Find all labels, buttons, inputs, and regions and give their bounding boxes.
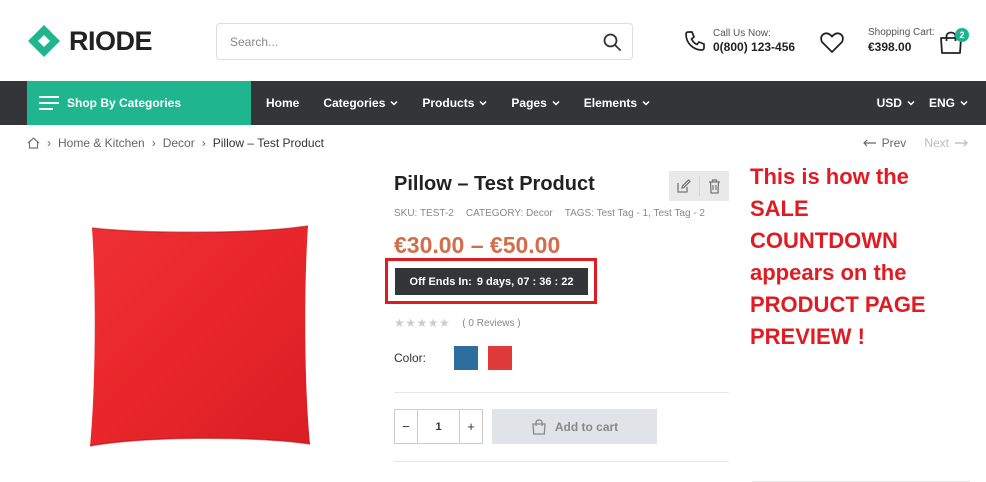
star-rating-icon: ★★★★★ <box>394 316 451 330</box>
product-title: Pillow – Test Product <box>394 173 595 195</box>
breadcrumb-item[interactable]: Home & Kitchen <box>58 136 145 150</box>
edit-button[interactable] <box>669 171 699 201</box>
nav-item-label: Categories <box>323 96 386 110</box>
add-to-cart-label: Add to cart <box>554 419 619 434</box>
nav-item-label: Pages <box>511 96 547 110</box>
currency-label: USD <box>876 96 902 110</box>
breadcrumb-item[interactable]: Decor <box>163 136 195 150</box>
next-label: Next <box>924 136 949 150</box>
search-input[interactable] <box>217 24 592 59</box>
main-navbar: Shop By Categories Home Categories Produ… <box>0 81 986 125</box>
color-swatch-blue[interactable] <box>454 346 478 370</box>
product-category[interactable]: CATEGORY: Decor <box>466 208 553 219</box>
prev-label: Prev <box>881 136 907 150</box>
breadcrumb-separator: › <box>47 136 51 150</box>
nav-item-elements[interactable]: Elements <box>584 96 650 110</box>
color-selector: Color: <box>394 346 522 370</box>
logo[interactable]: RIODE <box>27 24 153 58</box>
next-product-link[interactable]: Next <box>924 136 968 150</box>
countdown-value: 9 days, 07 : 36 : 22 <box>476 275 574 288</box>
logo-diamond-icon <box>27 24 61 58</box>
product-image[interactable] <box>86 224 314 448</box>
prev-product-link[interactable]: Prev <box>862 136 907 150</box>
search-icon <box>603 33 621 51</box>
call-label: Call Us Now: <box>713 28 771 39</box>
reviews-link[interactable]: ( 0 Reviews ) <box>462 318 520 329</box>
divider <box>394 392 729 393</box>
product-meta: SKU: TEST-2 CATEGORY: Decor TAGS: Test T… <box>394 208 705 219</box>
chevron-down-icon <box>479 100 487 106</box>
nav-item-label: Products <box>422 96 475 110</box>
shopping-bag-icon <box>532 418 546 435</box>
heart-icon <box>820 32 844 53</box>
product-price: €30.00 – €50.00 <box>394 232 561 258</box>
countdown-label: Off Ends In: <box>409 275 472 288</box>
nav-right: USD ENG <box>877 81 968 125</box>
nav-item-home[interactable]: Home <box>266 96 299 110</box>
color-swatch-red[interactable] <box>488 346 512 370</box>
arrow-left-icon <box>862 139 876 147</box>
breadcrumb-current: Pillow – Test Product <box>212 136 324 150</box>
quantity-increase-button[interactable]: + <box>460 410 482 443</box>
product-tags[interactable]: TAGS: Test Tag - 1, Test Tag - 2 <box>565 208 705 219</box>
divider <box>394 461 729 462</box>
breadcrumb: › Home & Kitchen › Decor › Pillow – Test… <box>27 136 324 150</box>
chevron-down-icon <box>390 100 398 106</box>
add-to-cart-button[interactable]: Add to cart <box>492 409 657 444</box>
hamburger-icon <box>39 96 59 110</box>
cart-summary[interactable]: Shopping Cart: €398.00 <box>868 27 935 55</box>
nav-item-pages[interactable]: Pages <box>511 96 560 110</box>
language-label: ENG <box>928 96 955 110</box>
cart-total: €398.00 <box>868 39 912 54</box>
annotation-note: This is how the SALE COUNTDOWN appears o… <box>750 164 926 349</box>
logo-text: RIODE <box>69 25 153 56</box>
trash-icon <box>708 178 720 194</box>
quantity-input[interactable]: 1 <box>417 410 460 443</box>
cart-count-badge: 2 <box>955 28 969 42</box>
chevron-down-icon <box>552 100 560 106</box>
edit-icon <box>677 178 692 193</box>
chevron-down-icon <box>642 100 650 106</box>
color-label: Color: <box>394 351 427 365</box>
call-number: 0(800) 123-456 <box>713 40 796 54</box>
nav-item-products[interactable]: Products <box>422 96 487 110</box>
language-switcher[interactable]: ENG <box>929 96 968 110</box>
sale-countdown: Off Ends In: 9 days, 07 : 36 : 22 <box>395 268 588 295</box>
home-icon[interactable] <box>27 137 40 149</box>
search-bar <box>216 23 633 60</box>
delete-button[interactable] <box>700 171 730 201</box>
quantity-stepper: − 1 + <box>394 409 483 444</box>
nav-item-label: Elements <box>583 96 638 110</box>
shop-by-categories-button[interactable]: Shop By Categories <box>27 81 251 125</box>
product-rating: ★★★★★ ( 0 Reviews ) <box>394 316 521 330</box>
cart-label: Shopping Cart: <box>868 27 935 38</box>
phone-icon <box>685 31 705 52</box>
product-pagination: Prev Next <box>862 136 968 150</box>
admin-tools <box>669 171 729 201</box>
product-sku: SKU: TEST-2 <box>394 208 454 219</box>
currency-switcher[interactable]: USD <box>877 96 915 110</box>
nav-item-categories[interactable]: Categories <box>323 96 398 110</box>
shop-by-categories-label: Shop By Categories <box>67 96 182 110</box>
arrow-right-icon <box>955 139 968 147</box>
chevron-down-icon <box>960 100 968 106</box>
wishlist-button[interactable] <box>819 30 845 56</box>
quantity-decrease-button[interactable]: − <box>395 410 417 443</box>
site-header: RIODE Call Us Now: 0(800) 123-456 Shoppi… <box>0 0 986 81</box>
breadcrumb-separator: › <box>201 136 206 150</box>
chevron-down-icon <box>907 100 915 106</box>
nav-menu: Home Categories Products Pages Elements <box>266 81 674 125</box>
breadcrumb-separator: › <box>151 136 156 150</box>
call-us[interactable]: Call Us Now: 0(800) 123-456 <box>683 28 795 54</box>
nav-item-label: Home <box>266 96 300 110</box>
search-button[interactable] <box>592 24 632 59</box>
